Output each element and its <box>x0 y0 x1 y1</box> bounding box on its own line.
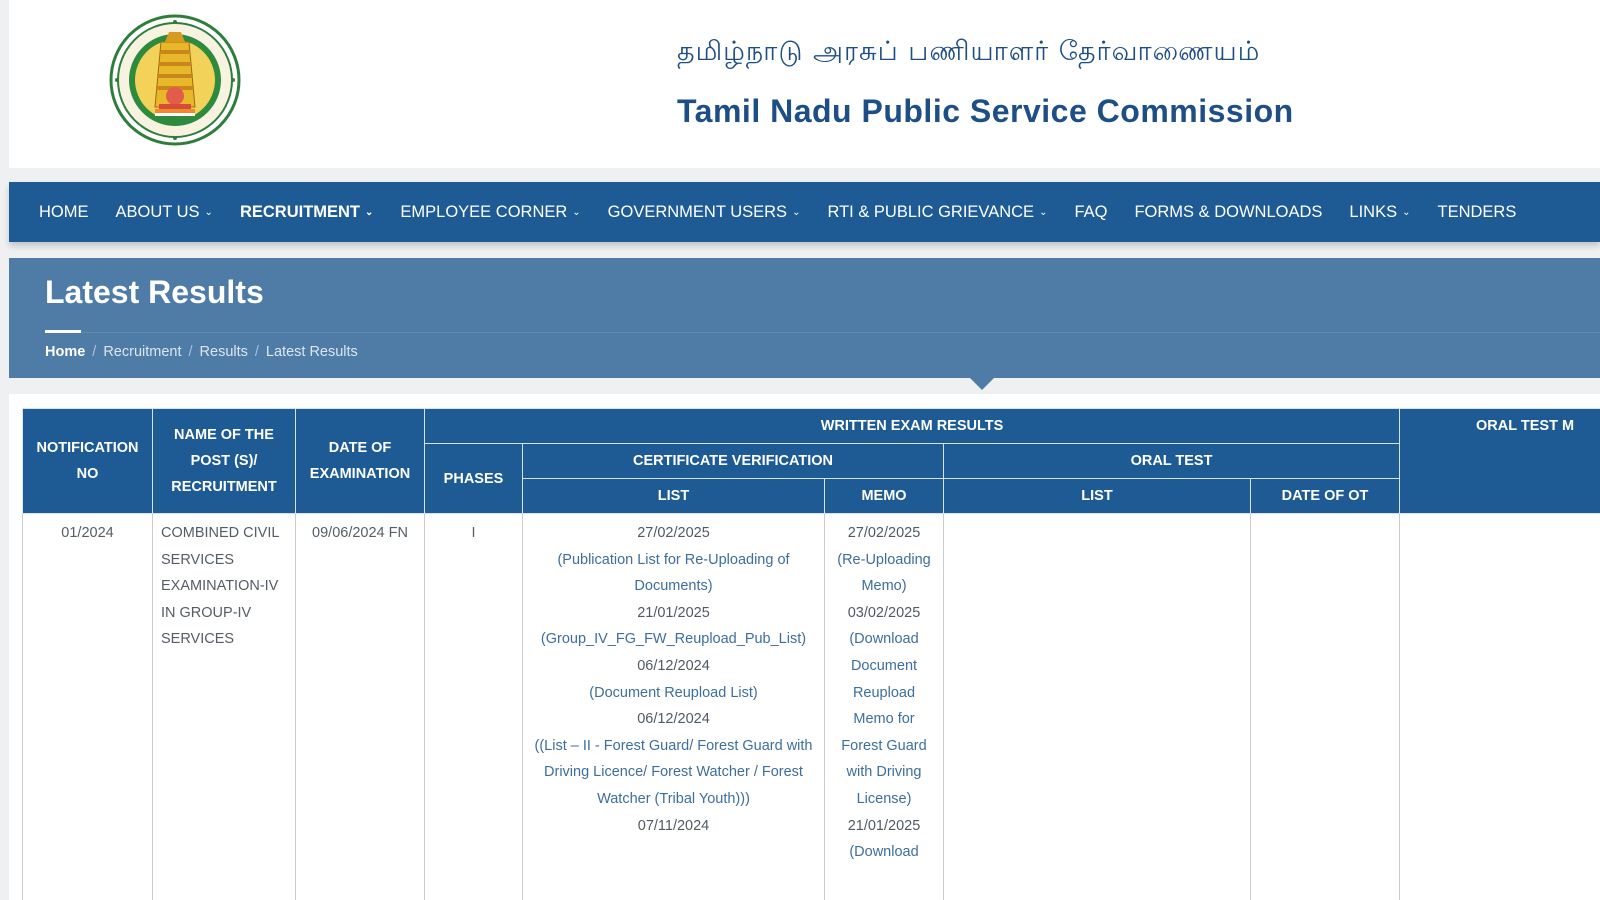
cell-cv-memo: 27/02/2025 (Re-Uploading Memo) 03/02/202… <box>824 513 944 900</box>
nav-home-label: HOME <box>39 202 89 221</box>
page-title-banner: Latest Results Home / Recruitment / Results /… <box>9 258 1600 378</box>
header-cv-list: LIST <box>522 478 825 514</box>
chevron-down-icon: ⌄ <box>365 207 374 218</box>
nav-employee-corner-label: EMPLOYEE CORNER <box>400 202 568 221</box>
nav-about-us-label: ABOUT US <box>115 202 200 221</box>
nav-faq[interactable]: FAQ <box>1074 203 1107 222</box>
breadcrumb: Home / Recruitment / Results / Latest Results <box>45 344 358 360</box>
nav-recruitment-label: RECRUITMENT <box>239 202 361 221</box>
nav-government-users-label: GOVERNMENT USERS <box>607 202 788 221</box>
cv-memo-date: 27/02/2025 <box>847 525 921 541</box>
chevron-down-icon: ⌄ <box>1402 207 1411 218</box>
cv-memo-date: 03/02/2025 <box>847 604 921 621</box>
cell-cv-list: 27/02/2025 (Publication List for Re-Uplo… <box>522 513 825 900</box>
cv-list-date: 21/01/2025 <box>637 604 710 621</box>
main-navigation: HOME ABOUT US ⌄ RECRUITMENT ⌄ EMPLOYEE COR… <box>9 182 1600 242</box>
nav-employee-corner[interactable]: EMPLOYEE CORNER ⌄ <box>400 203 580 222</box>
header-certificate-verification: CERTIFICATE VERIFICATION <box>522 443 944 479</box>
header-oral-test-memo: ORAL TEST M <box>1399 408 1600 514</box>
cv-list-date: 27/02/2025 <box>637 525 710 541</box>
cv-list-date: 07/11/2024 <box>637 817 710 834</box>
header-written-exam-results: WRITTEN EXAM RESULTS <box>423 408 1401 444</box>
nav-about-us[interactable]: ABOUT US ⌄ <box>116 203 213 222</box>
nav-tenders-label: TENDERS <box>1437 202 1517 221</box>
banner-notch <box>970 378 994 390</box>
header-date-of-examination: DATE OF EXAMINATION <box>295 408 425 514</box>
header-oral-test: ORAL TEST <box>942 443 1401 479</box>
page-title: Latest Results <box>45 274 264 310</box>
nav-links-label: LINKS <box>1349 202 1398 221</box>
breadcrumb-separator: / <box>188 344 193 360</box>
results-table: NOTIFICATION NO NAME OF THE POST (S)/ RE… <box>22 408 1600 900</box>
tamil-site-title: தமிழ்நாடு அரசுப் பணியாளர் தேர்வாணையம் <box>677 36 1261 67</box>
nav-tenders[interactable]: TENDERS <box>1437 203 1516 222</box>
cell-post-name: COMBINED CIVIL SERVICES EXAMINATION-IV I… <box>152 513 296 900</box>
cv-list-date: 06/12/2024 <box>637 711 710 728</box>
nav-faq-label: FAQ <box>1074 202 1108 221</box>
cv-list-link[interactable]: (Publication List for Re-Uploading of Do… <box>531 547 816 600</box>
breadcrumb-latest-results: Latest Results <box>265 344 358 360</box>
cell-notification-no: 01/2024 <box>22 513 153 900</box>
english-site-title: Tamil Nadu Public Service Commission <box>677 93 1294 129</box>
header-date-of-ot: DATE OF OT <box>1249 478 1401 514</box>
nav-rti-label: RTI & PUBLIC GRIEVANCE <box>827 202 1035 221</box>
cell-date-of-examination: 09/06/2024 FN <box>295 513 425 900</box>
header-cv-memo: MEMO <box>824 478 944 514</box>
cell-oral-test-memo <box>1399 513 1600 900</box>
cv-list-date: 06/12/2024 <box>637 657 710 674</box>
nav-government-users[interactable]: GOVERNMENT USERS ⌄ <box>608 203 801 222</box>
nav-forms-downloads-label: FORMS & DOWNLOADS <box>1134 202 1323 221</box>
cv-memo-date: 21/01/2025 <box>847 817 921 834</box>
breadcrumb-separator: / <box>254 344 259 360</box>
cv-memo-link[interactable]: (Download Document Reupload Memo for For… <box>833 626 935 812</box>
cv-list-link[interactable]: (Group_IV_FG_FW_Reupload_Pub_List) <box>531 626 816 653</box>
header-post-name: NAME OF THE POST (S)/ RECRUITMENT <box>152 408 296 514</box>
chevron-down-icon: ⌄ <box>572 207 581 218</box>
table-row: 01/2024 COMBINED CIVIL SERVICES EXAMINAT… <box>22 513 1600 900</box>
chevron-down-icon: ⌄ <box>792 207 801 218</box>
breadcrumb-home[interactable]: Home <box>45 344 85 360</box>
site-header: தமிழ்நாடு அரசுப் பணியாளர் தேர்வாணையம் Ta… <box>9 0 1600 168</box>
cv-list-link[interactable]: (Document Reupload List) <box>531 680 816 707</box>
cell-date-of-ot <box>1249 513 1401 900</box>
cell-phase: I <box>424 513 523 900</box>
cv-memo-link[interactable]: (Download <box>833 839 935 866</box>
breadcrumb-separator: / <box>92 344 97 360</box>
nav-recruitment[interactable]: RECRUITMENT ⌄ <box>240 203 373 222</box>
nav-home[interactable]: HOME <box>39 203 89 222</box>
cell-ot-list <box>943 513 1251 900</box>
chevron-down-icon: ⌄ <box>1039 207 1048 218</box>
cv-memo-link[interactable]: (Re-Uploading Memo) <box>833 547 935 600</box>
header-notification-no: NOTIFICATION NO <box>22 408 153 514</box>
nav-forms-downloads[interactable]: FORMS & DOWNLOADS <box>1134 203 1322 222</box>
nav-links[interactable]: LINKS ⌄ <box>1349 203 1410 222</box>
divider <box>45 332 1600 333</box>
breadcrumb-recruitment[interactable]: Recruitment <box>103 344 181 360</box>
nav-rti-public-grievance[interactable]: RTI & PUBLIC GRIEVANCE ⌄ <box>827 203 1047 222</box>
tamil-nadu-emblem-icon[interactable] <box>105 12 245 154</box>
header-ot-list: LIST <box>943 478 1251 514</box>
cv-list-link[interactable]: ((List – II - Forest Guard/ Forest Guard… <box>531 733 816 813</box>
header-phases: PHASES <box>424 443 523 514</box>
breadcrumb-results[interactable]: Results <box>200 344 248 360</box>
chevron-down-icon: ⌄ <box>204 207 213 218</box>
